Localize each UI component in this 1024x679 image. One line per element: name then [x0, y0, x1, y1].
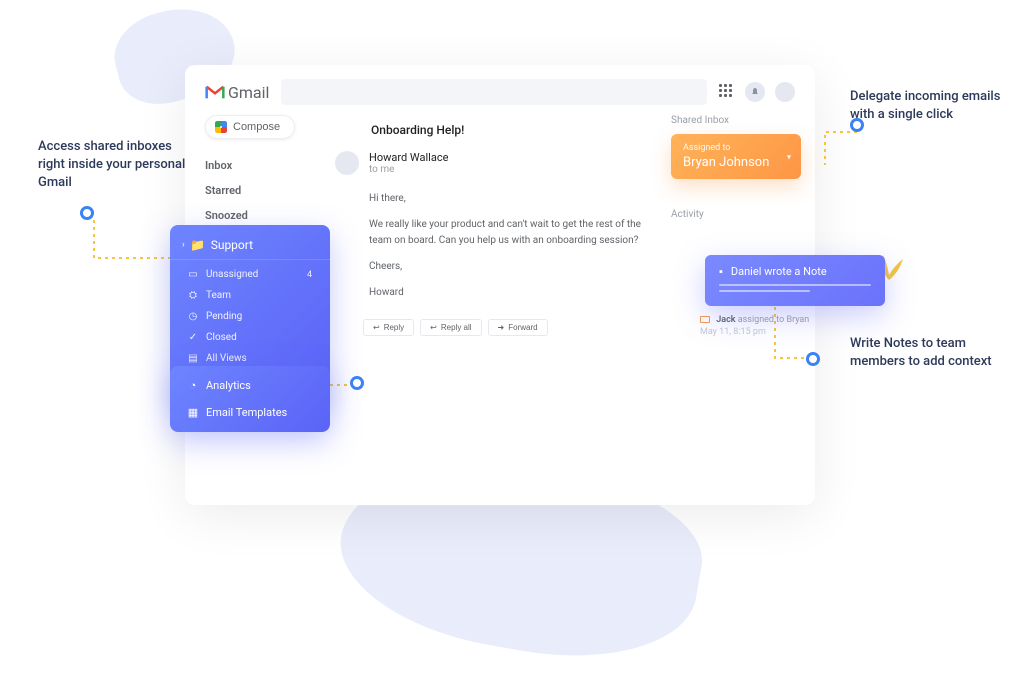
app-header: Gmail: [185, 65, 815, 115]
note-card[interactable]: ▪ Daniel wrote a Note: [705, 255, 885, 306]
team-icon: ⛭: [188, 291, 198, 301]
chart-icon: ◔: [188, 381, 198, 391]
assign-card[interactable]: Assigned to Bryan Johnson ▾: [671, 134, 801, 179]
gmail-logo: Gmail: [205, 83, 269, 102]
body-signoff: Cheers,: [369, 259, 651, 275]
body-paragraph: We really like your product and can't wa…: [369, 217, 651, 249]
bottom-panel: ◔Analytics ▦Email Templates: [170, 366, 330, 432]
chevron-right-icon: ›: [182, 240, 185, 250]
marker-dot: [806, 352, 820, 366]
folder-icon: 📁: [193, 240, 203, 250]
body-sig-name: Howard: [369, 285, 651, 301]
header-icons: [719, 82, 795, 102]
note-line: [719, 290, 810, 292]
shared-item-closed[interactable]: ✓Closed: [170, 327, 330, 348]
app-name: Gmail: [228, 83, 269, 102]
nav-analytics[interactable]: ◔Analytics: [170, 372, 330, 399]
reply-actions: ↩Reply ↩Reply all ➜Forward: [363, 319, 651, 336]
note-line: [719, 284, 871, 286]
callout-notes: Write Notes to team members to add conte…: [850, 335, 1010, 371]
marker-dot: [350, 376, 364, 390]
notifications-icon[interactable]: [745, 82, 765, 102]
activity-text: assigned to Bryan: [736, 315, 810, 325]
sender-to: to me: [369, 164, 448, 175]
sender-avatar: [335, 151, 359, 175]
reply-button[interactable]: ↩Reply: [363, 319, 414, 336]
marker-dot: [80, 206, 94, 220]
template-icon: ▦: [188, 408, 198, 418]
shared-panel-header[interactable]: › 📁 Support: [170, 231, 330, 260]
plus-icon: [215, 121, 227, 133]
forward-icon: ➜: [498, 323, 505, 332]
activity-item: Jack assigned to Bryan May 11, 8:15 pm: [700, 315, 809, 337]
list-icon: ▤: [188, 354, 198, 364]
reply-all-icon: ↩: [430, 323, 437, 332]
assigned-to-label: Assigned to: [683, 143, 789, 153]
reply-icon: ↩: [373, 323, 380, 332]
body-greeting: Hi there,: [369, 191, 651, 207]
shared-inbox-label: Shared Inbox: [671, 115, 801, 126]
activity-person: Jack: [716, 315, 735, 325]
callout-delegate: Delegate incoming emails with a single c…: [850, 88, 1010, 124]
marker-dot: [850, 118, 864, 132]
shared-item-team[interactable]: ⛭Team: [170, 285, 330, 306]
callout-shared-inbox: Access shared inboxes right inside your …: [38, 138, 198, 193]
nav-starred[interactable]: Starred: [205, 178, 335, 203]
connector-line: [815, 125, 865, 175]
email-subject: Onboarding Help!: [371, 123, 651, 137]
assigned-name: Bryan Johnson: [683, 155, 789, 170]
nav-email-templates[interactable]: ▦Email Templates: [170, 399, 330, 426]
activity-label: Activity: [671, 209, 801, 220]
forward-button[interactable]: ➜Forward: [488, 319, 548, 336]
tray-icon: ▭: [188, 270, 198, 280]
chevron-down-icon: ▾: [787, 152, 791, 161]
shared-title: Support: [211, 238, 253, 252]
clock-icon: ◷: [188, 312, 198, 322]
reply-all-button[interactable]: ↩Reply all: [420, 319, 481, 336]
avatar[interactable]: [775, 82, 795, 102]
check-icon: ✓: [188, 333, 198, 343]
envelope-icon: [700, 316, 710, 323]
shared-item-pending[interactable]: ◷Pending: [170, 306, 330, 327]
note-title-text: Daniel wrote a Note: [731, 265, 827, 278]
email-content: Onboarding Help! Howard Wallace to me Hi…: [335, 115, 671, 336]
note-icon: ▪: [719, 265, 723, 278]
apps-grid-icon[interactable]: [719, 84, 735, 100]
sender-name: Howard Wallace: [369, 151, 448, 164]
compose-label: Compose: [233, 121, 280, 133]
activity-time: May 11, 8:15 pm: [700, 327, 809, 337]
nav-inbox[interactable]: Inbox: [205, 153, 335, 178]
compose-button[interactable]: Compose: [205, 115, 295, 139]
shared-item-unassigned[interactable]: ▭Unassigned4: [170, 264, 330, 285]
search-input[interactable]: [281, 79, 707, 105]
